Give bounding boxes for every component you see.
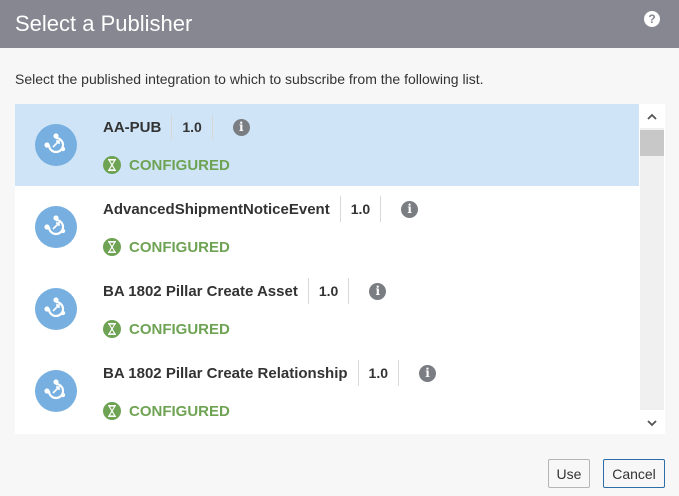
cancel-button[interactable]: Cancel xyxy=(603,459,665,488)
item-name: BA 1802 Pillar Create Relationship xyxy=(103,364,348,382)
divider xyxy=(171,114,173,140)
item-name: AdvancedShipmentNoticeEvent xyxy=(103,200,330,218)
item-version: 1.0 xyxy=(318,283,339,299)
dialog-title: Select a Publisher xyxy=(15,11,193,36)
divider xyxy=(211,114,213,140)
integration-icon xyxy=(35,370,77,412)
hourglass-icon xyxy=(103,238,121,256)
hourglass-icon xyxy=(103,320,121,338)
integration-icon xyxy=(35,124,77,166)
chevron-up-icon[interactable] xyxy=(646,110,658,122)
item-version: 1.0 xyxy=(350,201,371,217)
list-item[interactable]: AdvancedShipmentNoticeEvent 1.0 i CONFIG… xyxy=(15,186,639,268)
list-scrollbar[interactable] xyxy=(639,104,665,434)
hourglass-icon xyxy=(103,156,121,174)
hourglass-icon xyxy=(103,402,121,420)
publisher-list: AA-PUB 1.0 i CONFIGURED AdvancedShipment… xyxy=(15,104,665,434)
integration-icon xyxy=(35,206,77,248)
list-item[interactable]: AA-PUB 1.0 i CONFIGURED xyxy=(15,104,639,186)
use-button[interactable]: Use xyxy=(548,459,590,488)
divider xyxy=(307,278,309,304)
item-version: 1.0 xyxy=(368,365,389,381)
help-icon[interactable]: ? xyxy=(644,11,660,27)
info-icon[interactable]: i xyxy=(419,364,437,382)
dialog-header: Select a Publisher ? xyxy=(0,0,679,48)
chevron-down-icon[interactable] xyxy=(646,416,658,428)
divider xyxy=(357,360,359,386)
info-icon[interactable]: i xyxy=(401,200,419,218)
status-badge: CONFIGURED xyxy=(129,238,230,256)
integration-icon xyxy=(35,288,77,330)
divider xyxy=(380,196,382,222)
divider xyxy=(398,360,400,386)
info-icon[interactable]: i xyxy=(369,282,387,300)
status-badge: CONFIGURED xyxy=(129,402,230,420)
scrollbar-thumb[interactable] xyxy=(640,130,664,156)
status-badge: CONFIGURED xyxy=(129,156,230,174)
list-item[interactable]: BA 1802 Pillar Create Relationship 1.0 i… xyxy=(15,350,639,432)
item-version: 1.0 xyxy=(182,119,202,135)
scrollbar-track[interactable] xyxy=(640,128,664,410)
item-name: AA-PUB xyxy=(103,118,162,136)
item-name: BA 1802 Pillar Create Asset xyxy=(103,282,298,300)
instructions-text: Select the published integration to whic… xyxy=(15,71,484,87)
status-badge: CONFIGURED xyxy=(129,320,230,338)
divider xyxy=(339,196,341,222)
info-icon[interactable]: i xyxy=(232,118,250,136)
list-item[interactable]: BA 1802 Pillar Create Asset 1.0 i CONFIG… xyxy=(15,268,639,350)
divider xyxy=(348,278,350,304)
